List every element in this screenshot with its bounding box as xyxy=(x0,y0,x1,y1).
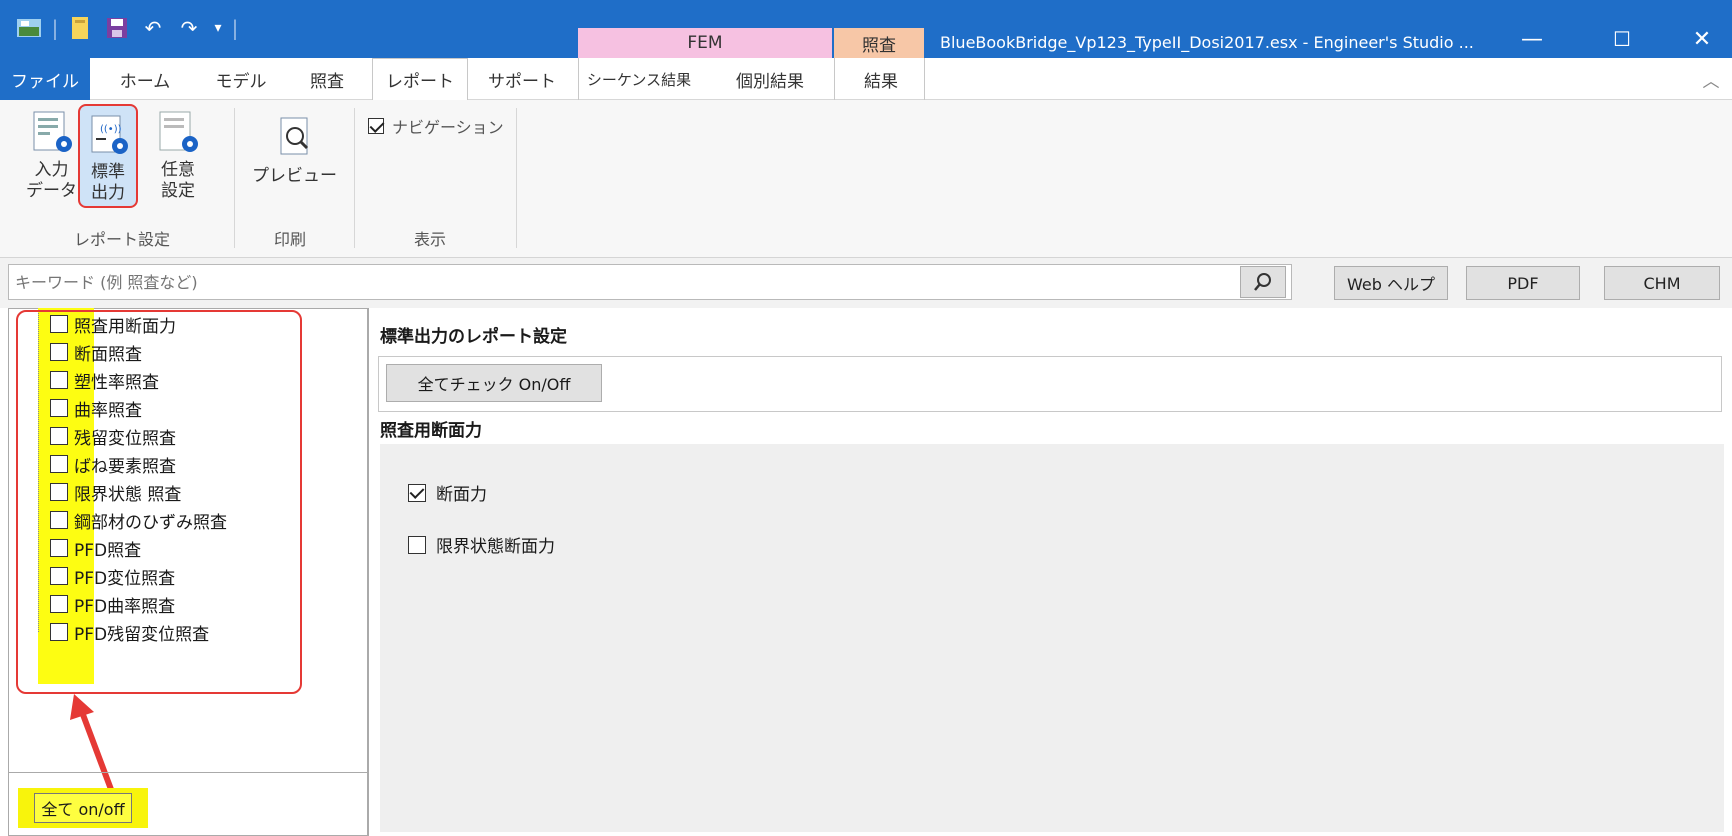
input-data-label-1: 入力 xyxy=(34,160,69,180)
annotation-highlight-box xyxy=(16,310,302,694)
search-input[interactable] xyxy=(8,264,1292,300)
standard-output-label-1: 標準 xyxy=(91,162,125,182)
search-button[interactable] xyxy=(1240,266,1286,298)
chm-help-button[interactable]: CHM xyxy=(1604,266,1720,300)
group-label-print: 印刷 xyxy=(274,230,307,249)
navigation-label: ナビゲーション xyxy=(392,118,504,137)
tab-report[interactable]: レポート xyxy=(372,58,468,101)
svg-text:((•)): ((•)) xyxy=(100,124,122,135)
search-icon xyxy=(1254,273,1271,291)
context-tab-shosa: 照査 xyxy=(834,28,924,58)
panel-title: 標準出力のレポート設定 xyxy=(380,327,567,347)
ribbon: 入力 データ ((•)) 標準 出力 任意 設定 レポート設定 プレビュー 印刷… xyxy=(0,100,1732,258)
option-checkbox[interactable] xyxy=(408,483,426,502)
web-help-button[interactable]: Web ヘルプ xyxy=(1334,266,1448,300)
preview-label: プレビュー xyxy=(252,166,337,186)
options-area xyxy=(380,444,1724,832)
collapse-ribbon-icon[interactable]: ︿ xyxy=(1696,58,1726,100)
input-data-button[interactable]: 入力 データ xyxy=(26,108,77,202)
tab-sequence-results[interactable]: シーケンス結果 xyxy=(584,58,694,100)
pdf-help-button[interactable]: PDF xyxy=(1466,266,1580,300)
annotation-arrow-icon xyxy=(70,694,115,794)
context-tab-fem: FEM xyxy=(578,28,832,58)
toggle-all-button[interactable]: 全て on/off xyxy=(18,788,148,828)
maximize-button[interactable]: ☐ xyxy=(1592,22,1652,56)
new-file-icon[interactable] xyxy=(66,10,96,46)
tab-model[interactable]: モデル xyxy=(196,58,286,100)
standard-output-icon: ((•)) xyxy=(91,115,128,154)
save-icon[interactable] xyxy=(102,10,132,46)
custom-settings-button[interactable]: 任意 設定 xyxy=(154,108,202,202)
option-section-force[interactable]: 断面力 xyxy=(408,480,487,505)
search-bar: Web ヘルプ PDF CHM xyxy=(0,258,1732,308)
redo-icon[interactable]: ↷ xyxy=(174,10,204,46)
option-label: 限界状態断面力 xyxy=(436,537,555,557)
custom-settings-icon xyxy=(159,111,198,152)
section-title: 照査用断面力 xyxy=(380,421,482,441)
input-data-icon xyxy=(33,111,72,152)
tab-results[interactable]: 結果 xyxy=(846,58,916,100)
panel-divider xyxy=(9,772,367,773)
undo-icon[interactable]: ↶ xyxy=(138,10,168,46)
custom-settings-label-2: 設定 xyxy=(161,181,195,201)
group-label-display: 表示 xyxy=(414,230,447,249)
custom-settings-label-1: 任意 xyxy=(161,160,195,180)
navigation-toggle[interactable]: ナビゲーション xyxy=(368,114,504,138)
option-label: 断面力 xyxy=(436,485,487,505)
tab-shosa[interactable]: 照査 xyxy=(282,58,372,100)
input-data-label-2: データ xyxy=(26,181,77,201)
option-limit-state-section-force[interactable]: 限界状態断面力 xyxy=(408,532,555,557)
navigation-checkbox[interactable] xyxy=(368,118,384,134)
ribbon-tab-bar: ファイル ホーム モデル 照査 レポート サポート シーケンス結果 個別結果 結… xyxy=(0,58,1732,101)
standard-output-button[interactable]: ((•)) 標準 出力 xyxy=(78,104,138,208)
window-title: BlueBookBridge_Vp123_TypeII_Dosi2017.esx… xyxy=(940,33,1474,52)
preview-icon xyxy=(280,117,308,155)
preview-button[interactable]: プレビュー xyxy=(252,114,337,187)
tab-home[interactable]: ホーム xyxy=(100,58,190,100)
app-icon xyxy=(14,10,44,46)
close-button[interactable]: ✕ xyxy=(1672,22,1732,56)
qa-separator-2: | xyxy=(231,16,239,40)
minimize-button[interactable]: — xyxy=(1502,22,1562,56)
group-label-report-settings: レポート設定 xyxy=(74,230,171,249)
option-checkbox[interactable] xyxy=(408,535,426,554)
check-all-button[interactable]: 全てチェック On/Off xyxy=(386,364,602,402)
standard-output-label-2: 出力 xyxy=(91,183,125,203)
tab-support[interactable]: サポート xyxy=(474,58,570,100)
customize-quick-access-icon[interactable]: ▾ xyxy=(206,10,230,46)
tab-file[interactable]: ファイル xyxy=(0,58,90,100)
tab-individual-results[interactable]: 個別結果 xyxy=(720,58,820,100)
toggle-all-label: 全て on/off xyxy=(34,793,132,823)
qa-separator: | xyxy=(51,16,59,40)
